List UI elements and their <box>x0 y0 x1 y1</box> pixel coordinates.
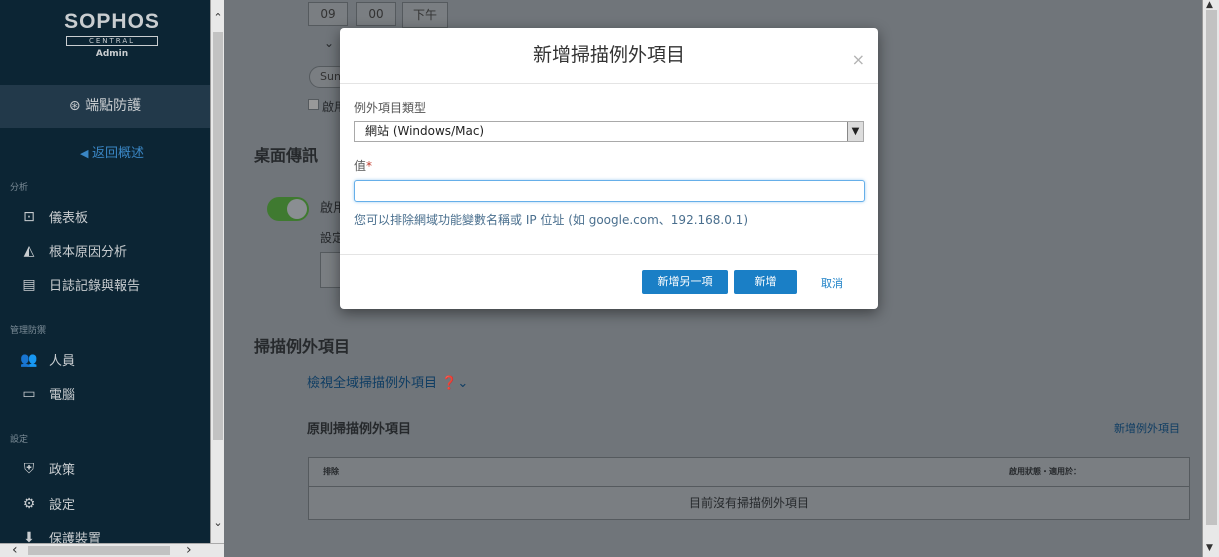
category-analysis: 分析 <box>10 183 29 193</box>
category-settings: 設定 <box>10 435 29 445</box>
enable-checkbox[interactable] <box>308 99 319 110</box>
column-header: 啟用狀態・適用於： <box>1009 467 1081 476</box>
scroll-up-icon[interactable]: ⌃ <box>211 10 225 26</box>
logo-admin: Admin <box>95 49 129 59</box>
sidebar-item-computers[interactable]: ▭ 電腦 <box>18 384 76 404</box>
logo-name: SOPHOS <box>64 10 160 33</box>
sidebar-item-label: 政策 <box>49 463 76 478</box>
dialog-footer-divider <box>340 254 878 255</box>
sidebar-item-label: 儀表板 <box>49 211 89 226</box>
empty-table-message: 目前沒有掃描例外項目 <box>688 496 809 510</box>
value-label-text: 值 <box>354 159 367 173</box>
sidebar-item-label: 人員 <box>49 354 76 369</box>
add-exclusion-dialog: 新增掃描例外項目 × 例外項目類型 網站 (Windows/Mac) ▼ 值* … <box>340 28 878 309</box>
computer-icon: ▭ <box>22 385 36 402</box>
add-exclusion-link[interactable]: 新增例外項目 <box>1114 420 1180 436</box>
table-header: 排除 啟用狀態・適用於： <box>309 458 1189 487</box>
target-icon: ⊛ <box>68 98 81 114</box>
chevron-down-icon[interactable]: ⌄ <box>457 376 468 391</box>
section-header[interactable]: ⊛ 端點防護 <box>0 85 210 128</box>
sidebar-item-label: 根本原因分析 <box>49 245 128 260</box>
exclusion-type-value: 網站 (Windows/Mac) <box>365 124 485 138</box>
chevron-down-icon[interactable]: ▼ <box>847 122 863 141</box>
sidebar-item-policies[interactable]: ⛨ 政策 <box>18 459 76 479</box>
shield-icon: ⛨ <box>23 460 35 477</box>
logo-central: CENTRAL <box>66 36 158 46</box>
sidebar-scrollbar[interactable]: ⌃ ⌄ <box>210 0 224 543</box>
scroll-right-icon[interactable]: › <box>186 542 192 557</box>
column-header: 排除 <box>323 467 339 476</box>
category-manage: 管理防禦 <box>10 326 47 336</box>
section-label: 端點防護 <box>85 98 142 114</box>
hscroll-thumb[interactable] <box>28 546 170 555</box>
exclusion-type-select[interactable]: 網站 (Windows/Mac) ▼ <box>354 121 864 142</box>
sidebar: SOPHOS CENTRAL Admin ⊛ 端點防護 ◀ 返回概述 分析 ⊡ 儀… <box>0 0 210 547</box>
scroll-up-icon[interactable]: ▲ <box>1206 0 1213 10</box>
sidebar-item-label: 設定 <box>49 498 76 513</box>
close-icon[interactable]: × <box>852 50 865 69</box>
page-scroll-thumb[interactable] <box>1206 10 1217 525</box>
sidebar-item-root-cause[interactable]: ◭ 根本原因分析 <box>18 241 128 261</box>
value-label: 值* <box>354 157 372 174</box>
add-another-button[interactable]: 新增另一項 <box>642 270 728 294</box>
sidebar-item-dashboard[interactable]: ⊡ 儀表板 <box>18 207 89 227</box>
exclusion-type-label: 例外項目類型 <box>354 101 427 115</box>
back-link[interactable]: ◀ 返回概述 <box>80 142 144 161</box>
report-icon: ▤ <box>22 276 36 293</box>
sidebar-item-settings[interactable]: ⚙ 設定 <box>18 494 76 514</box>
chevron-down-icon: ⌄ <box>324 36 335 50</box>
minute-field[interactable]: 00 <box>356 2 396 26</box>
scroll-left-icon[interactable]: ‹ <box>12 542 18 557</box>
messaging-toggle[interactable] <box>267 197 309 221</box>
value-input[interactable] <box>354 180 865 202</box>
sidebar-item-people[interactable]: 👥 人員 <box>18 350 76 370</box>
scroll-down-icon[interactable]: ▼ <box>1206 543 1213 553</box>
analysis-icon: ◭ <box>23 242 35 259</box>
back-arrow-icon: ◀ <box>80 147 92 160</box>
ampm-field[interactable]: 下午 <box>402 2 448 28</box>
value-hint: 您可以排除網域功能變數名稱或 IP 位址 (如 google.com、192.1… <box>354 213 748 227</box>
dashboard-icon: ⊡ <box>23 208 35 225</box>
add-button[interactable]: 新增 <box>734 270 797 294</box>
cancel-button[interactable]: 取消 <box>821 275 843 291</box>
sidebar-scroll-thumb[interactable] <box>213 32 223 440</box>
help-icon[interactable]: ❓ <box>441 376 457 391</box>
page-scrollbar[interactable]: ▲ ▼ <box>1202 0 1219 557</box>
sidebar-item-label: 電腦 <box>49 388 76 403</box>
scroll-down-icon[interactable]: ⌄ <box>211 515 225 531</box>
global-exclusions-label: 檢視全域掃描例外項目 <box>307 376 438 391</box>
exclusions-table: 排除 啟用狀態・適用於： 目前沒有掃描例外項目 <box>308 457 1190 520</box>
hour-field[interactable]: 09 <box>308 2 348 26</box>
sidebar-hscrollbar[interactable]: ‹ › <box>0 542 224 557</box>
policy-exclusions-title: 原則掃描例外項目 <box>307 422 412 437</box>
people-icon: 👥 <box>20 351 38 368</box>
scan-exclusions-title: 掃描例外項目 <box>254 337 351 356</box>
gear-icon: ⚙ <box>22 495 36 512</box>
sidebar-item-logs[interactable]: ▤ 日誌記錄與報告 <box>18 275 141 295</box>
sophos-logo: SOPHOS CENTRAL Admin <box>62 10 162 59</box>
required-marker: * <box>366 159 373 173</box>
global-exclusions-link[interactable]: 檢視全域掃描例外項目 ❓⌄ <box>307 372 468 391</box>
dialog-title: 新增掃描例外項目 <box>340 28 878 84</box>
desktop-messaging-title: 桌面傳訊 <box>254 146 319 165</box>
back-label: 返回概述 <box>91 146 144 161</box>
sidebar-item-label: 日誌記錄與報告 <box>49 279 141 294</box>
toggle-knob <box>287 199 307 219</box>
